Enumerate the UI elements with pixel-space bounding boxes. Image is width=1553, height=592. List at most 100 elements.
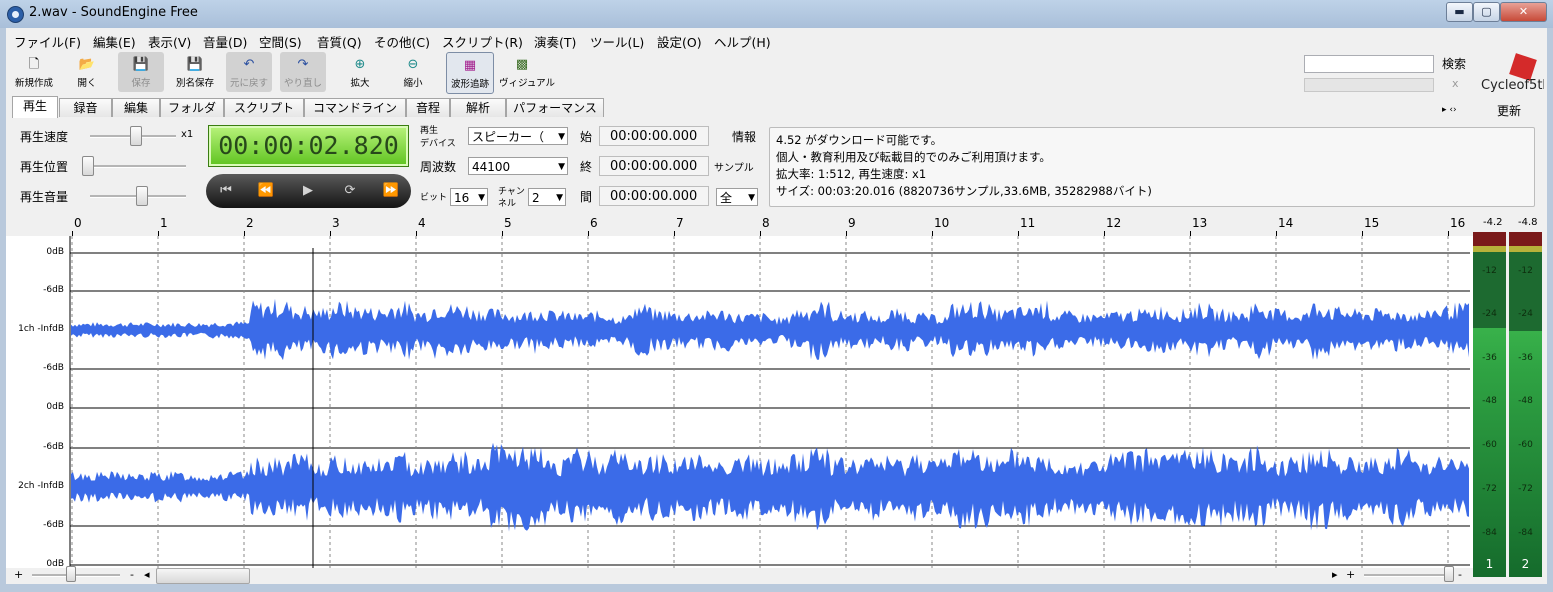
tab-play[interactable]: 再生 bbox=[12, 96, 58, 118]
tab-scroll-arrows[interactable]: ▸ ‹› bbox=[1442, 105, 1457, 115]
tab-pitch[interactable]: 音程 bbox=[406, 98, 450, 117]
horizontal-scroll-thumb[interactable] bbox=[156, 568, 250, 584]
channel-select[interactable]: 2 ▼ bbox=[528, 188, 566, 206]
cycleof5th-logo[interactable]: Cycleof5th bbox=[1480, 53, 1544, 95]
menu-play[interactable]: 演奏(T) bbox=[534, 32, 576, 51]
rewind-icon[interactable]: ⏪ bbox=[252, 181, 280, 201]
menu-volume[interactable]: 音量(D) bbox=[203, 32, 247, 51]
meter-tick: -84 bbox=[1518, 528, 1533, 538]
search-input[interactable] bbox=[1304, 55, 1434, 73]
unit-select[interactable]: 全 ▼ bbox=[716, 188, 758, 206]
menu-script[interactable]: スクリプト(R) bbox=[442, 32, 523, 51]
close-button[interactable]: ✕ bbox=[1500, 2, 1547, 22]
new-button[interactable]: 🗋 新規作成 bbox=[11, 52, 57, 92]
db-label: -6dB bbox=[43, 363, 64, 373]
bit-select[interactable]: 16 ▼ bbox=[450, 188, 488, 206]
start-time-field[interactable]: 00:00:00.000 bbox=[599, 126, 709, 146]
menu-quality[interactable]: 音質(Q) bbox=[317, 32, 362, 51]
minimize-button[interactable]: ▬ bbox=[1446, 2, 1473, 22]
speed-label: 再生速度 bbox=[20, 130, 69, 144]
fast-forward-icon[interactable]: ⏩ bbox=[377, 181, 405, 201]
new-file-icon: 🗋 bbox=[28, 57, 40, 72]
tab-folder[interactable]: フォルダ bbox=[160, 98, 224, 117]
undo-icon: ↶ bbox=[243, 57, 255, 72]
ruler-tick-label: 8 bbox=[762, 216, 770, 230]
search-button[interactable]: 検索 bbox=[1442, 55, 1466, 72]
open-button[interactable]: 📂 開く bbox=[64, 52, 110, 92]
save-as-button[interactable]: 💾 別名保存 bbox=[172, 52, 218, 92]
tab-performance[interactable]: パフォーマンス bbox=[506, 98, 604, 117]
title-bar: 2.wav - SoundEngine Free ▬ ▢ ✕ bbox=[0, 0, 1553, 28]
time-ruler[interactable]: 0 1 2 3 4 5 6 7 8 9 10 11 12 13 14 15 16 bbox=[6, 214, 1473, 236]
save-icon: 💾 bbox=[132, 57, 150, 72]
db-label: -6dB bbox=[43, 442, 64, 452]
volume-minus-button[interactable]: - bbox=[1458, 568, 1462, 582]
zoom-slider[interactable] bbox=[66, 566, 76, 582]
save-button[interactable]: 💾 保存 bbox=[118, 52, 164, 92]
freq-select[interactable]: 44100 ▼ bbox=[468, 157, 568, 175]
meter-tick: -12 bbox=[1482, 266, 1497, 276]
ruler-tick-label: 0 bbox=[74, 216, 82, 230]
tab-analysis[interactable]: 解析 bbox=[450, 98, 506, 117]
save-as-icon: 💾 bbox=[186, 57, 204, 72]
tab-record[interactable]: 録音 bbox=[59, 98, 112, 117]
maximize-button[interactable]: ▢ bbox=[1473, 2, 1500, 22]
redo-button[interactable]: ↷ やり直し bbox=[280, 52, 326, 92]
info-line: 個人・教育利用及び転載目的でのみご利用頂けます。 bbox=[776, 150, 1051, 164]
position-slider[interactable] bbox=[82, 156, 94, 176]
ruler-tick-label: 7 bbox=[676, 216, 684, 230]
device-select[interactable]: スピーカー（ ▼ bbox=[468, 127, 568, 145]
loop-icon[interactable]: ⟳ bbox=[336, 181, 364, 201]
menu-help[interactable]: ヘルプ(H) bbox=[714, 32, 771, 51]
meter-tick: -72 bbox=[1482, 484, 1497, 494]
visual-button[interactable]: ▩ ヴィジュアル bbox=[499, 52, 555, 92]
playback-panel: 再生速度 x1 再生位置 再生音量 00:00:02.820 ⏮ ⏪ ▶ ⟳ ⏩… bbox=[6, 118, 1547, 214]
meter-tick: -72 bbox=[1518, 484, 1533, 494]
meter-peak-right: -4.8 bbox=[1518, 217, 1538, 228]
bottom-scroll-bar: + - ◂ ▸ + - bbox=[6, 566, 1473, 584]
zoom-plus-button[interactable]: + bbox=[14, 568, 23, 582]
zoom-minus-button[interactable]: - bbox=[130, 568, 134, 582]
ruler-tick-label: 13 bbox=[1192, 216, 1208, 230]
end-time-field[interactable]: 00:00:00.000 bbox=[599, 156, 709, 176]
waveform-follow-icon: ▦ bbox=[463, 58, 477, 73]
menu-other[interactable]: その他(C) bbox=[374, 32, 430, 51]
chevron-down-icon: ▼ bbox=[558, 162, 565, 172]
volume-slider[interactable] bbox=[136, 186, 148, 206]
open-folder-icon: 📂 bbox=[78, 57, 96, 72]
meter-left: -12 -24 -36 -48 -60 -72 -84 1 bbox=[1473, 232, 1506, 577]
ruler-tick-label: 5 bbox=[504, 216, 512, 230]
ruler-tick-label: 11 bbox=[1020, 216, 1036, 230]
menu-file[interactable]: ファイル(F) bbox=[14, 32, 81, 51]
db-label: 0dB bbox=[46, 247, 64, 257]
level-meters: -4.2 -4.8 -12 -24 -36 -48 -60 -72 -84 1 -12 -24-… bbox=[1473, 214, 1547, 584]
skip-first-icon[interactable]: ⏮ bbox=[212, 181, 240, 201]
menu-space[interactable]: 空間(S) bbox=[259, 32, 302, 51]
scroll-right-arrow[interactable]: ▸ bbox=[1332, 568, 1338, 582]
duration-field[interactable]: 00:00:00.000 bbox=[599, 186, 709, 206]
chevron-down-icon: ▼ bbox=[558, 132, 565, 142]
unit-label: サンプル bbox=[714, 163, 754, 174]
scroll-left-arrow[interactable]: ◂ bbox=[144, 568, 150, 582]
meter-clip-zone bbox=[1509, 232, 1542, 246]
meter-tick: -84 bbox=[1482, 528, 1497, 538]
progress-close-button[interactable]: x bbox=[1452, 77, 1459, 90]
menu-settings[interactable]: 設定(O) bbox=[657, 32, 702, 51]
tab-edit[interactable]: 編集 bbox=[112, 98, 160, 117]
volume-plus-button[interactable]: + bbox=[1346, 568, 1355, 582]
progress-bar bbox=[1304, 78, 1434, 92]
undo-button[interactable]: ↶ 元に戻す bbox=[226, 52, 272, 92]
speed-slider[interactable] bbox=[130, 126, 142, 146]
zoom-in-button[interactable]: ⊕ 拡大 bbox=[337, 52, 383, 92]
vertical-zoom-slider[interactable] bbox=[1444, 566, 1454, 582]
waveform-canvas[interactable] bbox=[6, 236, 1473, 568]
zoom-out-button[interactable]: ⊖ 縮小 bbox=[390, 52, 436, 92]
menu-edit[interactable]: 編集(E) bbox=[93, 32, 136, 51]
play-icon[interactable]: ▶ bbox=[294, 181, 322, 201]
menu-tools[interactable]: ツール(L) bbox=[590, 32, 644, 51]
waveform-area[interactable]: 0 1 2 3 4 5 6 7 8 9 10 11 12 13 14 15 16 0dB -6dB 1ch -Inf… bbox=[6, 214, 1473, 569]
tab-script[interactable]: スクリプト bbox=[224, 98, 304, 117]
tab-command-line[interactable]: コマンドライン bbox=[304, 98, 406, 117]
menu-view[interactable]: 表示(V) bbox=[148, 32, 191, 51]
waveform-follow-button[interactable]: ▦ 波形追跡 bbox=[446, 52, 494, 94]
